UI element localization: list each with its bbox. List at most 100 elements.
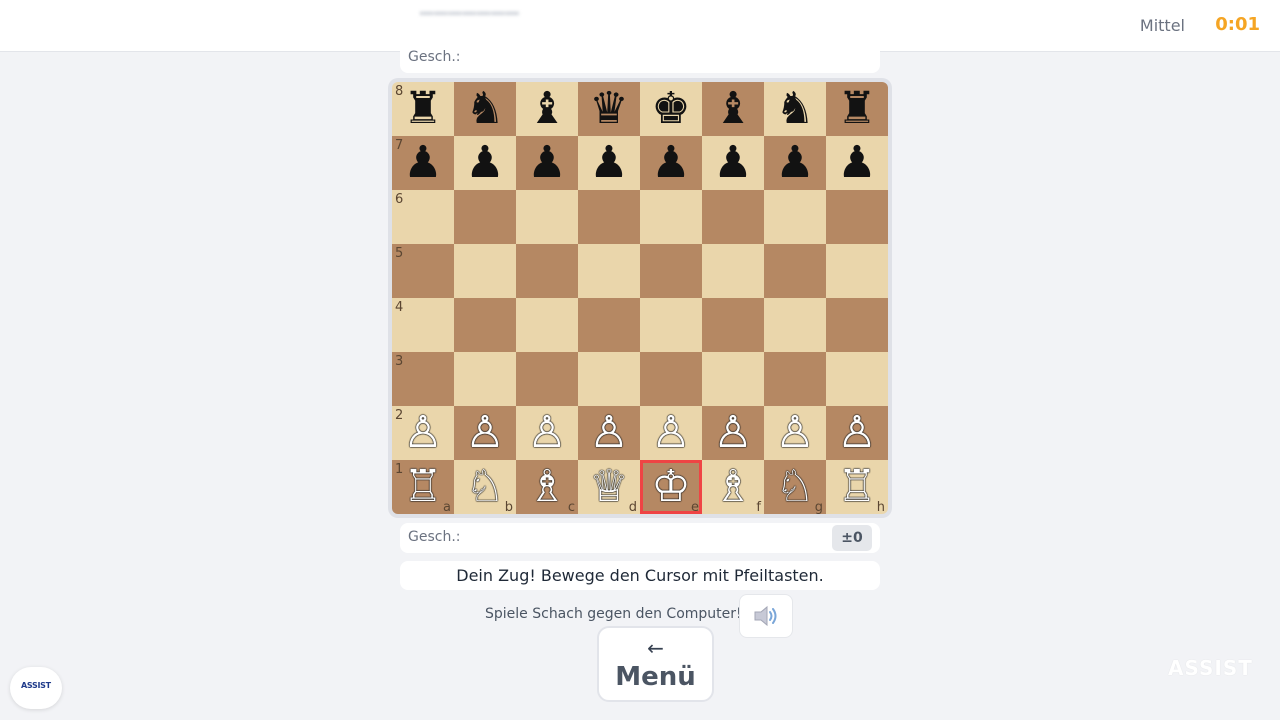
square-f2[interactable]: ♙: [702, 406, 764, 460]
square-h4[interactable]: [826, 298, 888, 352]
white-pawn-icon[interactable]: ♙: [589, 411, 628, 455]
black-queen-icon[interactable]: ♛: [589, 87, 628, 131]
square-a6[interactable]: 6: [392, 190, 454, 244]
square-d6[interactable]: [578, 190, 640, 244]
square-e2[interactable]: ♙: [640, 406, 702, 460]
black-pawn-icon[interactable]: ♟: [775, 141, 814, 185]
square-h2[interactable]: ♙: [826, 406, 888, 460]
square-b4[interactable]: [454, 298, 516, 352]
square-g1[interactable]: g ♘: [764, 460, 826, 514]
square-b1[interactable]: b ♘: [454, 460, 516, 514]
square-c7[interactable]: ♟: [516, 136, 578, 190]
square-a2[interactable]: 2 ♙: [392, 406, 454, 460]
square-d2[interactable]: ♙: [578, 406, 640, 460]
square-f3[interactable]: [702, 352, 764, 406]
square-d7[interactable]: ♟: [578, 136, 640, 190]
square-f7[interactable]: ♟: [702, 136, 764, 190]
menu-button[interactable]: ← Menü: [597, 626, 714, 702]
square-c6[interactable]: [516, 190, 578, 244]
square-f1[interactable]: f ♗: [702, 460, 764, 514]
square-c2[interactable]: ♙: [516, 406, 578, 460]
black-rook-icon[interactable]: ♜: [837, 87, 876, 131]
square-e3[interactable]: [640, 352, 702, 406]
square-d1[interactable]: d ♕: [578, 460, 640, 514]
white-queen-icon[interactable]: ♕: [589, 465, 628, 509]
square-g8[interactable]: ♞: [764, 82, 826, 136]
black-pawn-icon[interactable]: ♟: [527, 141, 566, 185]
white-pawn-icon[interactable]: ♙: [775, 411, 814, 455]
black-king-icon[interactable]: ♚: [651, 87, 690, 131]
white-bishop-icon[interactable]: ♗: [713, 465, 752, 509]
black-pawn-icon[interactable]: ♟: [403, 141, 442, 185]
square-a8[interactable]: 8 ♜: [392, 82, 454, 136]
square-c1[interactable]: c ♗: [516, 460, 578, 514]
white-pawn-icon[interactable]: ♙: [527, 411, 566, 455]
black-bishop-icon[interactable]: ♝: [713, 87, 752, 131]
white-pawn-icon[interactable]: ♙: [837, 411, 876, 455]
square-e8[interactable]: ♚: [640, 82, 702, 136]
square-b7[interactable]: ♟: [454, 136, 516, 190]
square-b5[interactable]: [454, 244, 516, 298]
square-e7[interactable]: ♟: [640, 136, 702, 190]
black-pawn-icon[interactable]: ♟: [465, 141, 504, 185]
square-c3[interactable]: [516, 352, 578, 406]
white-rook-icon[interactable]: ♖: [837, 465, 876, 509]
square-e1[interactable]: e ♔: [640, 460, 702, 514]
square-g5[interactable]: [764, 244, 826, 298]
square-g3[interactable]: [764, 352, 826, 406]
sound-toggle-button[interactable]: [739, 594, 793, 638]
square-f4[interactable]: [702, 298, 764, 352]
white-knight-icon[interactable]: ♘: [775, 465, 814, 509]
square-h8[interactable]: ♜: [826, 82, 888, 136]
square-f8[interactable]: ♝: [702, 82, 764, 136]
square-a1[interactable]: 1 a ♖: [392, 460, 454, 514]
square-g6[interactable]: [764, 190, 826, 244]
white-rook-icon[interactable]: ♖: [403, 465, 442, 509]
square-d4[interactable]: [578, 298, 640, 352]
square-d8[interactable]: ♛: [578, 82, 640, 136]
square-e4[interactable]: [640, 298, 702, 352]
square-c5[interactable]: [516, 244, 578, 298]
square-g2[interactable]: ♙: [764, 406, 826, 460]
square-f5[interactable]: [702, 244, 764, 298]
square-c8[interactable]: ♝: [516, 82, 578, 136]
black-knight-icon[interactable]: ♞: [775, 87, 814, 131]
square-b8[interactable]: ♞: [454, 82, 516, 136]
square-g4[interactable]: [764, 298, 826, 352]
square-b6[interactable]: [454, 190, 516, 244]
square-e6[interactable]: [640, 190, 702, 244]
square-b2[interactable]: ♙: [454, 406, 516, 460]
black-pawn-icon[interactable]: ♟: [713, 141, 752, 185]
black-rook-icon[interactable]: ♜: [403, 87, 442, 131]
square-h7[interactable]: ♟: [826, 136, 888, 190]
white-pawn-icon[interactable]: ♙: [465, 411, 504, 455]
square-g7[interactable]: ♟: [764, 136, 826, 190]
square-a7[interactable]: 7 ♟: [392, 136, 454, 190]
white-pawn-icon[interactable]: ♙: [651, 411, 690, 455]
assist-logo-button[interactable]: ASSIST: [10, 667, 62, 709]
white-bishop-icon[interactable]: ♗: [527, 465, 566, 509]
white-pawn-icon[interactable]: ♙: [403, 411, 442, 455]
black-knight-icon[interactable]: ♞: [465, 87, 504, 131]
square-a5[interactable]: 5: [392, 244, 454, 298]
chess-board[interactable]: 8 ♜ ♞ ♝ ♛ ♚ ♝ ♞ ♜ 7 ♟ ♟ ♟ ♟ ♟ ♟ ♟ ♟ 6 5 4 3 2 ♙ ♙ ♙ ♙ ♙ ♙ ♙ ♙ 1 a ♖ b ♘ c ♗ d ♕…: [392, 82, 888, 514]
square-f6[interactable]: [702, 190, 764, 244]
black-pawn-icon[interactable]: ♟: [837, 141, 876, 185]
square-h3[interactable]: [826, 352, 888, 406]
square-h1[interactable]: h ♖: [826, 460, 888, 514]
white-knight-icon[interactable]: ♘: [465, 465, 504, 509]
square-d3[interactable]: [578, 352, 640, 406]
square-h6[interactable]: [826, 190, 888, 244]
square-h5[interactable]: [826, 244, 888, 298]
square-c4[interactable]: [516, 298, 578, 352]
white-pawn-icon[interactable]: ♙: [713, 411, 752, 455]
square-b3[interactable]: [454, 352, 516, 406]
black-pawn-icon[interactable]: ♟: [651, 141, 690, 185]
square-a3[interactable]: 3: [392, 352, 454, 406]
square-a4[interactable]: 4: [392, 298, 454, 352]
black-bishop-icon[interactable]: ♝: [527, 87, 566, 131]
square-d5[interactable]: [578, 244, 640, 298]
white-king-icon[interactable]: ♔: [651, 465, 690, 509]
black-pawn-icon[interactable]: ♟: [589, 141, 628, 185]
square-e5[interactable]: [640, 244, 702, 298]
